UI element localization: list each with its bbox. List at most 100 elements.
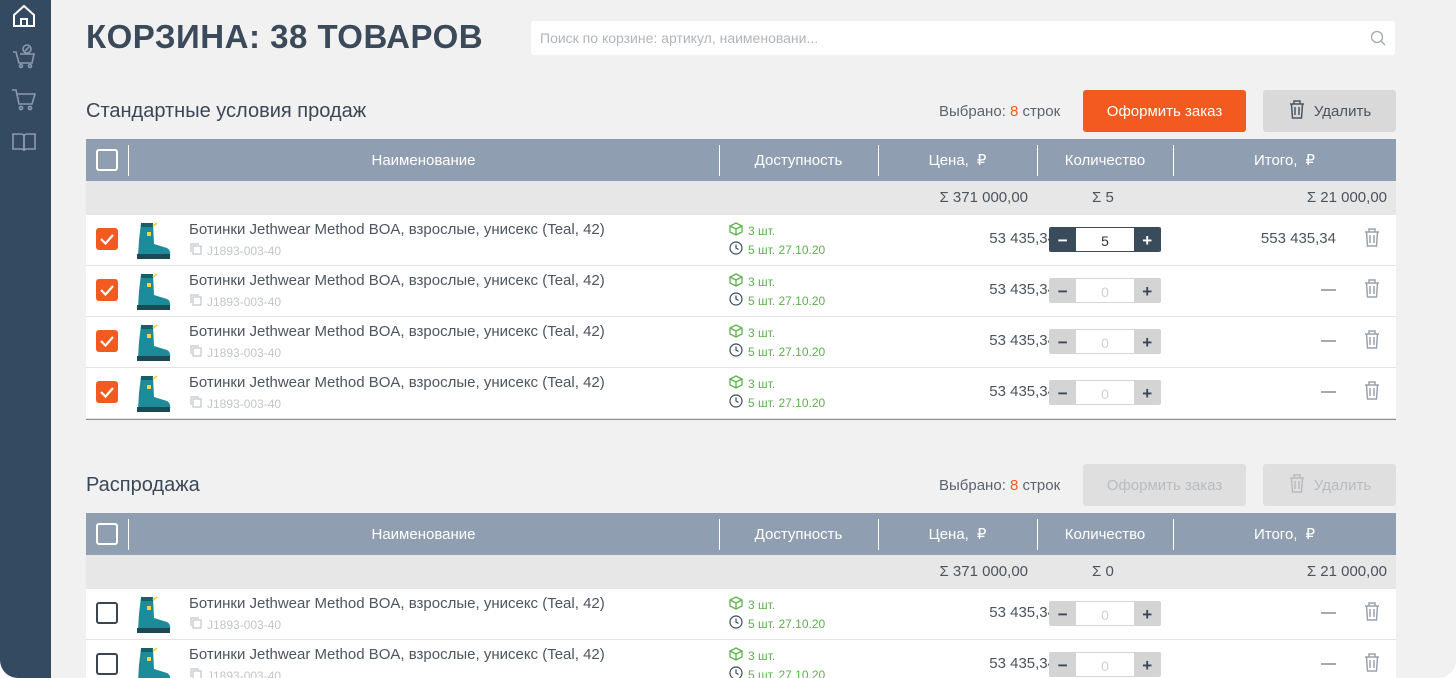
product-name[interactable]: Ботинки Jethwear Method BOA, взрослые, у… [189, 374, 605, 391]
ruble-sign: ₽ [976, 152, 987, 169]
clock-icon [729, 666, 743, 678]
delete-button[interactable]: Удалить [1263, 90, 1396, 132]
row-checkbox[interactable] [96, 602, 118, 624]
selected-suffix: строк [1022, 103, 1061, 120]
search-input[interactable] [531, 21, 1351, 55]
delivery-availability: 5 шт. 27.10.20 [729, 666, 825, 678]
unit-price: 53 435,34 [989, 332, 1056, 349]
trash-icon[interactable] [1363, 278, 1381, 303]
quantity-input[interactable]: 0 [1075, 330, 1135, 353]
product-thumbnail[interactable] [133, 220, 173, 265]
product-name[interactable]: Ботинки Jethwear Method BOA, взрослые, у… [189, 323, 605, 340]
product-thumbnail[interactable] [133, 322, 173, 367]
product-name[interactable]: Ботинки Jethwear Method BOA, взрослые, у… [189, 221, 605, 238]
selected-prefix: Выбрано: [939, 103, 1006, 120]
quantity-input[interactable]: 0 [1075, 653, 1135, 676]
copy-icon[interactable] [189, 242, 203, 259]
select-all-cell [86, 139, 128, 181]
copy-icon[interactable] [189, 667, 203, 678]
column-quantity[interactable]: Количество [1037, 513, 1173, 555]
trash-icon[interactable] [1363, 652, 1381, 677]
product-name[interactable]: Ботинки Jethwear Method BOA, взрослые, у… [189, 646, 605, 663]
delivery-availability: 5 шт. 27.10.20 [729, 292, 825, 309]
box-icon [729, 324, 743, 341]
column-name[interactable]: Наименование [128, 513, 719, 555]
ruble-sign: ₽ [1305, 526, 1316, 543]
select-all-checkbox[interactable] [96, 149, 118, 171]
column-availability[interactable]: Доступность [719, 513, 878, 555]
row-checkbox[interactable] [96, 279, 118, 301]
decrement-button[interactable]: − [1050, 228, 1076, 251]
table-row: Ботинки Jethwear Method BOA, взрослые, у… [86, 317, 1396, 368]
increment-button[interactable]: + [1134, 653, 1160, 676]
trash-icon[interactable] [1363, 227, 1381, 252]
column-total[interactable]: Итого, ₽ [1173, 513, 1396, 555]
row-checkbox[interactable] [96, 381, 118, 403]
trash-icon[interactable] [1363, 380, 1381, 405]
increment-button[interactable]: + [1134, 330, 1160, 353]
column-total[interactable]: Итого, ₽ [1173, 139, 1396, 181]
column-availability[interactable]: Доступность [719, 139, 878, 181]
quantity-input[interactable]: 0 [1075, 381, 1135, 404]
column-price[interactable]: Цена, ₽ [878, 513, 1037, 555]
copy-icon[interactable] [189, 395, 203, 412]
column-quantity-label: Количество [1064, 525, 1146, 543]
copy-icon[interactable] [189, 344, 203, 361]
decrement-button[interactable]: − [1050, 653, 1076, 676]
quantity-input[interactable]: 0 [1075, 279, 1135, 302]
home-icon[interactable] [10, 2, 38, 30]
increment-button[interactable]: + [1134, 602, 1160, 625]
catalog-book-icon[interactable] [10, 128, 38, 156]
box-icon [729, 375, 743, 392]
delete-button[interactable]: Удалить [1263, 464, 1396, 506]
product-thumbnail[interactable] [133, 373, 173, 418]
product-thumbnail[interactable] [133, 271, 173, 316]
sku-text: J1893-003-40 [207, 617, 282, 632]
product-thumbnail[interactable] [133, 645, 173, 678]
box-icon [729, 596, 743, 613]
column-quantity[interactable]: Количество [1037, 139, 1173, 181]
basket-percent-icon[interactable] [10, 42, 38, 70]
decrement-button[interactable]: − [1050, 381, 1076, 404]
column-name[interactable]: Наименование [128, 139, 719, 181]
table-row: Ботинки Jethwear Method BOA, взрослые, у… [86, 589, 1396, 640]
product-name[interactable]: Ботинки Jethwear Method BOA, взрослые, у… [189, 272, 605, 289]
trash-icon [1288, 99, 1306, 123]
stock-availability: 3 шт. [729, 647, 775, 664]
select-all-checkbox[interactable] [96, 523, 118, 545]
delivery-availability: 5 шт. 27.10.20 [729, 615, 825, 632]
column-availability-label: Доступность [754, 151, 843, 169]
quantity-stepper: −0 + [1049, 329, 1161, 354]
increment-button[interactable]: + [1134, 279, 1160, 302]
quantity-input[interactable]: 0 [1075, 602, 1135, 625]
stock-availability: 3 шт. [729, 324, 775, 341]
place-order-button[interactable]: Оформить заказ [1083, 464, 1246, 506]
copy-icon[interactable] [189, 293, 203, 310]
product-name[interactable]: Ботинки Jethwear Method BOA, взрослые, у… [189, 595, 605, 612]
clock-icon [729, 394, 743, 411]
decrement-button[interactable]: − [1050, 330, 1076, 353]
stock-text: 3 шт. [748, 223, 776, 238]
copy-icon[interactable] [189, 616, 203, 633]
search-icon[interactable] [1370, 30, 1386, 51]
trash-icon[interactable] [1363, 329, 1381, 354]
row-checkbox[interactable] [96, 330, 118, 352]
place-order-button[interactable]: Оформить заказ [1083, 90, 1246, 132]
increment-button[interactable]: + [1134, 381, 1160, 404]
cart-icon[interactable] [10, 85, 38, 113]
quantity-input[interactable]: 5 [1075, 228, 1135, 251]
column-price[interactable]: Цена, ₽ [878, 139, 1037, 181]
quantity-stepper: −0 + [1049, 652, 1161, 677]
sku-text: J1893-003-40 [207, 243, 282, 258]
decrement-button[interactable]: − [1050, 279, 1076, 302]
row-checkbox[interactable] [96, 228, 118, 250]
row-checkbox[interactable] [96, 653, 118, 675]
trash-icon[interactable] [1363, 601, 1381, 626]
product-thumbnail[interactable] [133, 594, 173, 639]
delivery-availability: 5 шт. 27.10.20 [729, 394, 825, 411]
column-divider [1037, 145, 1038, 176]
decrement-button[interactable]: − [1050, 602, 1076, 625]
increment-button[interactable]: + [1134, 228, 1160, 251]
product-sku: J1893-003-40 [189, 395, 281, 412]
delivery-availability: 5 шт. 27.10.20 [729, 241, 825, 258]
